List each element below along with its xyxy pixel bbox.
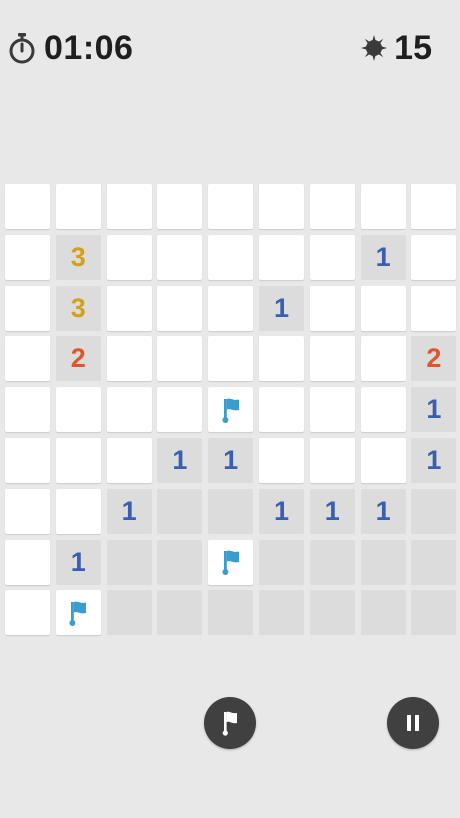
covered-cell[interactable] bbox=[55, 184, 101, 229]
empty-cell[interactable] bbox=[157, 539, 203, 585]
number-cell[interactable]: 3 bbox=[55, 285, 101, 331]
covered-cell[interactable] bbox=[258, 336, 304, 382]
covered-cell[interactable] bbox=[106, 184, 152, 229]
number-cell[interactable]: 1 bbox=[258, 285, 304, 331]
mines-remaining: 15 bbox=[394, 28, 432, 67]
empty-cell[interactable] bbox=[157, 488, 203, 534]
covered-cell[interactable] bbox=[360, 437, 406, 483]
empty-cell[interactable] bbox=[411, 590, 457, 636]
empty-cell[interactable] bbox=[208, 488, 254, 534]
flag-icon bbox=[222, 550, 239, 576]
covered-cell[interactable] bbox=[411, 184, 457, 229]
empty-cell[interactable] bbox=[360, 590, 406, 636]
flag-icon bbox=[222, 398, 239, 423]
number-cell[interactable]: 1 bbox=[55, 539, 101, 585]
flag-icon bbox=[69, 601, 87, 626]
covered-cell[interactable] bbox=[5, 234, 50, 280]
covered-cell[interactable] bbox=[55, 387, 101, 433]
empty-cell[interactable] bbox=[258, 590, 304, 636]
number-cell[interactable]: 3 bbox=[55, 234, 101, 280]
covered-cell[interactable] bbox=[157, 336, 203, 382]
number-cell[interactable]: 1 bbox=[360, 234, 406, 280]
covered-cell[interactable] bbox=[208, 184, 254, 229]
empty-cell[interactable] bbox=[360, 539, 406, 585]
covered-cell[interactable] bbox=[411, 234, 457, 280]
stopwatch-icon bbox=[9, 33, 35, 64]
covered-cell[interactable] bbox=[157, 184, 203, 229]
covered-cell[interactable] bbox=[106, 285, 152, 331]
covered-cell[interactable] bbox=[208, 336, 254, 382]
covered-cell[interactable] bbox=[5, 488, 50, 534]
timer: 01:06 bbox=[8, 28, 133, 68]
covered-cell[interactable] bbox=[360, 184, 406, 229]
flagged-cell[interactable] bbox=[208, 539, 254, 585]
pause-button[interactable] bbox=[387, 697, 439, 749]
flag-mode-button[interactable] bbox=[204, 697, 256, 749]
number-cell[interactable]: 2 bbox=[411, 336, 457, 382]
empty-cell[interactable] bbox=[106, 539, 152, 585]
covered-cell[interactable] bbox=[309, 285, 355, 331]
mine-icon bbox=[361, 35, 388, 61]
empty-cell[interactable] bbox=[208, 590, 254, 636]
covered-cell[interactable] bbox=[106, 234, 152, 280]
covered-cell[interactable] bbox=[258, 184, 304, 229]
timer-value: 01:06 bbox=[44, 28, 134, 67]
game-header: 01:06 15 bbox=[0, 0, 460, 100]
number-cell[interactable]: 1 bbox=[157, 437, 203, 483]
covered-cell[interactable] bbox=[258, 437, 304, 483]
flagged-cell[interactable] bbox=[208, 387, 254, 433]
empty-cell[interactable] bbox=[309, 590, 355, 636]
covered-cell[interactable] bbox=[5, 539, 50, 585]
empty-cell[interactable] bbox=[258, 539, 304, 585]
covered-cell[interactable] bbox=[157, 285, 203, 331]
covered-cell[interactable] bbox=[258, 387, 304, 433]
covered-cell[interactable] bbox=[5, 285, 50, 331]
covered-cell[interactable] bbox=[5, 590, 50, 636]
empty-cell[interactable] bbox=[106, 590, 152, 636]
pause-icon bbox=[407, 715, 419, 731]
empty-cell[interactable] bbox=[309, 539, 355, 585]
covered-cell[interactable] bbox=[309, 234, 355, 280]
covered-cell[interactable] bbox=[106, 387, 152, 433]
number-cell[interactable]: 1 bbox=[309, 488, 355, 534]
covered-cell[interactable] bbox=[5, 336, 50, 382]
covered-cell[interactable] bbox=[360, 387, 406, 433]
number-cell[interactable]: 1 bbox=[360, 488, 406, 534]
covered-cell[interactable] bbox=[5, 387, 50, 433]
covered-cell[interactable] bbox=[5, 184, 50, 229]
minefield-grid: 313122111111111 bbox=[5, 184, 457, 636]
covered-cell[interactable] bbox=[360, 285, 406, 331]
covered-cell[interactable] bbox=[106, 336, 152, 382]
covered-cell[interactable] bbox=[309, 437, 355, 483]
covered-cell[interactable] bbox=[309, 387, 355, 433]
number-cell[interactable]: 1 bbox=[411, 437, 457, 483]
number-cell[interactable]: 1 bbox=[258, 488, 304, 534]
empty-cell[interactable] bbox=[411, 488, 457, 534]
number-cell[interactable]: 1 bbox=[208, 437, 254, 483]
covered-cell[interactable] bbox=[5, 437, 50, 483]
covered-cell[interactable] bbox=[411, 285, 457, 331]
flagged-cell[interactable] bbox=[55, 590, 101, 636]
flag-icon bbox=[222, 711, 237, 736]
number-cell[interactable]: 1 bbox=[106, 488, 152, 534]
covered-cell[interactable] bbox=[208, 234, 254, 280]
covered-cell[interactable] bbox=[55, 488, 101, 534]
covered-cell[interactable] bbox=[309, 336, 355, 382]
covered-cell[interactable] bbox=[258, 234, 304, 280]
covered-cell[interactable] bbox=[157, 234, 203, 280]
number-cell[interactable]: 1 bbox=[411, 387, 457, 433]
covered-cell[interactable] bbox=[208, 285, 254, 331]
covered-cell[interactable] bbox=[157, 387, 203, 433]
covered-cell[interactable] bbox=[55, 437, 101, 483]
empty-cell[interactable] bbox=[411, 539, 457, 585]
covered-cell[interactable] bbox=[106, 437, 152, 483]
covered-cell[interactable] bbox=[309, 184, 355, 229]
empty-cell[interactable] bbox=[157, 590, 203, 636]
mine-counter: 15 bbox=[360, 28, 432, 68]
number-cell[interactable]: 2 bbox=[55, 336, 101, 382]
covered-cell[interactable] bbox=[360, 336, 406, 382]
